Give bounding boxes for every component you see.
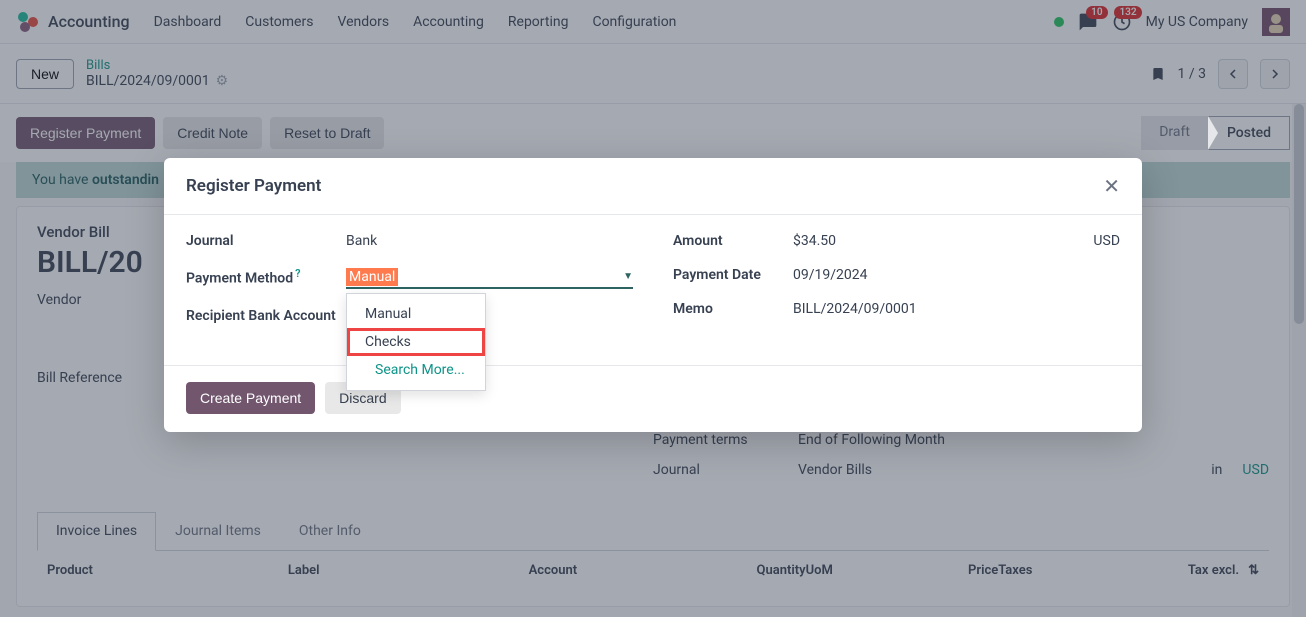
payment-method-select[interactable]: Manual ▼ Manual Checks Search More... bbox=[346, 267, 633, 289]
chevron-down-icon: ▼ bbox=[623, 271, 633, 282]
modal-right-col: Amount $34.50 USD Payment Date 09/19/202… bbox=[673, 233, 1120, 343]
modal-footer: Create Payment Discard bbox=[164, 365, 1142, 432]
payment-method-dropdown: Manual Checks Search More... bbox=[346, 293, 486, 391]
amount-currency: USD bbox=[1093, 233, 1120, 249]
payment-method-input[interactable]: Manual bbox=[346, 267, 633, 289]
journal-field-value[interactable]: Bank bbox=[346, 233, 633, 249]
amount-field-label: Amount bbox=[673, 233, 793, 249]
method-label-text: Payment Method bbox=[186, 271, 293, 287]
modal-overlay: Register Payment ✕ Journal Bank Payment … bbox=[0, 0, 1306, 617]
method-field-label: Payment Method? bbox=[186, 267, 346, 287]
memo-field-value[interactable]: BILL/2024/09/0001 bbox=[793, 301, 1120, 317]
amount-field-value[interactable]: $34.50 bbox=[793, 233, 1093, 249]
close-icon[interactable]: ✕ bbox=[1103, 174, 1120, 198]
dropdown-search-more[interactable]: Search More... bbox=[347, 356, 485, 384]
register-payment-modal: Register Payment ✕ Journal Bank Payment … bbox=[164, 158, 1142, 432]
help-icon[interactable]: ? bbox=[295, 267, 300, 280]
date-field-value[interactable]: 09/19/2024 bbox=[793, 267, 1120, 283]
modal-body: Journal Bank Payment Method? Manual ▼ Ma… bbox=[164, 215, 1142, 365]
method-selected-text: Manual bbox=[346, 268, 398, 286]
create-payment-button[interactable]: Create Payment bbox=[186, 382, 315, 414]
dropdown-option-manual[interactable]: Manual bbox=[347, 300, 485, 328]
date-field-label: Payment Date bbox=[673, 267, 793, 283]
modal-title: Register Payment bbox=[186, 176, 321, 196]
modal-left-col: Journal Bank Payment Method? Manual ▼ Ma… bbox=[186, 233, 633, 343]
dropdown-option-checks[interactable]: Checks bbox=[347, 328, 485, 356]
recipient-field-label: Recipient Bank Account bbox=[186, 307, 346, 325]
journal-field-label: Journal bbox=[186, 233, 346, 249]
memo-field-label: Memo bbox=[673, 301, 793, 317]
modal-header: Register Payment ✕ bbox=[164, 158, 1142, 215]
